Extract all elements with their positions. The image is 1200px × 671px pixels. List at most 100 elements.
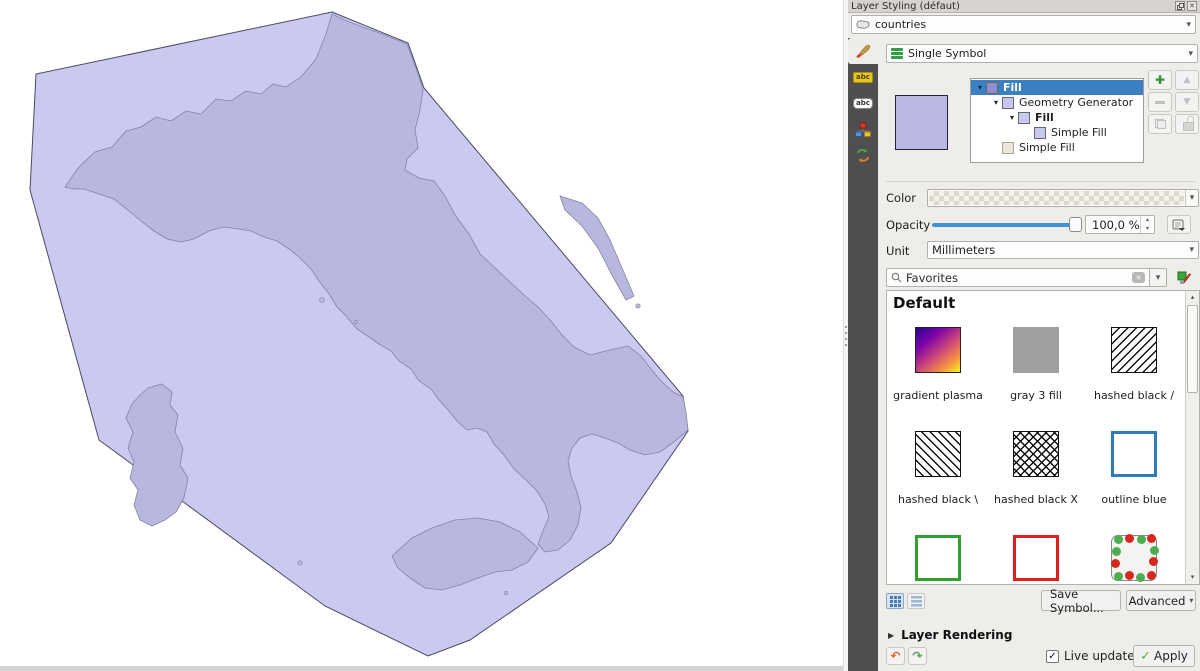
tab-history[interactable] xyxy=(848,142,878,168)
advanced-button[interactable]: Advanced ▾ xyxy=(1126,590,1196,611)
symbol-item[interactable]: gray 3 fill xyxy=(987,315,1085,419)
polygon-layer-icon xyxy=(856,19,870,30)
style-manager-button[interactable] xyxy=(1174,269,1194,287)
symbol-item[interactable] xyxy=(1085,523,1183,585)
symbol-tree-row[interactable]: ▾Fill xyxy=(971,80,1143,95)
layer-selector[interactable]: countries ▾ xyxy=(851,15,1196,34)
unit-value: Millimeters xyxy=(932,243,995,257)
spin-arrows: ▴ ▾ xyxy=(1140,216,1154,233)
splitter-handle-icon xyxy=(845,326,847,348)
scroll-down-icon[interactable]: ▾ xyxy=(1186,571,1199,584)
chevron-down-icon[interactable]: ▾ xyxy=(1185,190,1198,206)
opacity-label: Opacity xyxy=(886,218,930,232)
symbol-search-box[interactable]: Favorites ✕ xyxy=(886,268,1150,287)
opacity-value: 100,0 % xyxy=(1086,218,1140,232)
expander-icon[interactable]: ▾ xyxy=(974,83,986,92)
symbol-layer-label: Geometry Generator xyxy=(1019,96,1133,109)
scrollbar-thumb[interactable] xyxy=(1187,305,1198,393)
move-up-button[interactable]: ▲ xyxy=(1175,70,1199,90)
undo-button[interactable]: ↶ xyxy=(886,647,905,665)
single-symbol-icon xyxy=(891,47,903,60)
symbol-item[interactable] xyxy=(889,523,987,585)
layer-selector-value: countries xyxy=(875,18,926,31)
data-defined-icon xyxy=(1172,219,1186,231)
symbol-item-label: outline blue xyxy=(1101,493,1166,506)
list-view-icon xyxy=(911,596,922,607)
lock-colors-button[interactable] xyxy=(1175,114,1199,134)
tab-diagrams[interactable] xyxy=(848,116,878,142)
minus-icon xyxy=(1155,101,1165,104)
gray-fill-swatch xyxy=(1013,327,1059,373)
vertex-dot xyxy=(1125,534,1134,543)
redo-icon: ↷ xyxy=(912,649,922,663)
move-down-button[interactable]: ▼ xyxy=(1175,92,1199,112)
hatch-fwd-swatch xyxy=(1111,327,1157,373)
chevron-down-icon: ▾ xyxy=(1189,245,1194,255)
scroll-up-icon[interactable]: ▴ xyxy=(1186,291,1199,304)
list-view-button[interactable] xyxy=(907,593,925,609)
down-triangle-icon: ▼ xyxy=(1184,98,1191,107)
live-update-checkbox[interactable]: ✓ xyxy=(1046,650,1059,663)
plus-icon: ✚ xyxy=(1155,74,1165,86)
color-button[interactable]: ▾ xyxy=(927,189,1199,207)
icon-view-button[interactable] xyxy=(886,593,904,609)
unit-label: Unit xyxy=(886,244,909,258)
chevron-down-icon: ▾ xyxy=(1156,273,1161,283)
apply-button[interactable]: ✓ Apply xyxy=(1133,645,1195,667)
gallery-group-heading: Default xyxy=(893,294,955,312)
gallery-scrollbar[interactable]: ▴ ▾ xyxy=(1185,291,1199,584)
labels-abc-icon: abc xyxy=(853,72,873,83)
tab-labels[interactable]: abc xyxy=(848,64,878,90)
open-lock-icon xyxy=(1183,120,1192,129)
symbol-tree-row[interactable]: ▾ Geometry Generator xyxy=(971,95,1143,110)
map-graphic xyxy=(0,0,843,671)
renderer-selector[interactable]: Single Symbol ▾ xyxy=(886,44,1198,63)
search-filter-dropdown[interactable]: ▾ xyxy=(1150,268,1167,287)
opacity-slider[interactable] xyxy=(932,221,1080,229)
close-button[interactable]: ✕ xyxy=(1187,1,1197,11)
symbol-item[interactable]: outline blue xyxy=(1085,419,1183,523)
undock-button[interactable] xyxy=(1175,1,1185,11)
symbol-item[interactable]: gradient plasma xyxy=(889,315,987,419)
slider-handle[interactable] xyxy=(1069,217,1082,232)
expander-icon[interactable]: ▾ xyxy=(1006,113,1018,122)
symbol-item-label: hashed black / xyxy=(1094,389,1174,402)
symbol-item[interactable] xyxy=(987,523,1085,585)
renderer-selector-value: Single Symbol xyxy=(908,47,986,60)
data-defined-override-button[interactable] xyxy=(1167,215,1191,234)
symbol-tree-row[interactable]: ▾Fill xyxy=(971,110,1143,125)
layer-rendering-section[interactable]: ▶ Layer Rendering xyxy=(888,628,1012,642)
tab-symbology[interactable] xyxy=(848,38,878,64)
symbol-preview xyxy=(895,95,948,150)
clear-search-button[interactable]: ✕ xyxy=(1132,272,1145,283)
up-triangle-icon: ▲ xyxy=(1184,76,1191,85)
redo-button[interactable]: ↷ xyxy=(908,647,927,665)
symbol-tree-row[interactable]: Simple Fill xyxy=(971,125,1143,140)
symbol-item[interactable]: hashed black X xyxy=(987,419,1085,523)
vertex-dot xyxy=(1114,572,1123,581)
symbol-tree-row[interactable]: Simple Fill xyxy=(971,140,1143,155)
chevron-down-icon: ▾ xyxy=(1188,49,1193,59)
add-symbol-layer-button[interactable]: ✚ xyxy=(1148,70,1172,90)
save-symbol-button[interactable]: Save Symbol... xyxy=(1041,590,1121,611)
symbol-item[interactable]: hashed black / xyxy=(1085,315,1183,419)
grid-view-icon xyxy=(890,596,901,607)
duplicate-button[interactable] xyxy=(1148,114,1172,134)
vertex-dot xyxy=(1149,557,1158,566)
app-window: Layer Styling (défaut) ✕ countries ▾ xyxy=(0,0,1200,671)
search-icon xyxy=(891,272,902,283)
map-canvas[interactable] xyxy=(0,0,843,671)
symbol-layer-label: Simple Fill xyxy=(1051,126,1107,139)
unit-selector[interactable]: Millimeters ▾ xyxy=(927,241,1199,259)
expander-icon[interactable]: ▾ xyxy=(990,98,1002,107)
tab-masks[interactable]: abc xyxy=(848,90,878,116)
remove-symbol-layer-button[interactable] xyxy=(1148,92,1172,112)
spin-down-icon[interactable]: ▾ xyxy=(1141,225,1154,234)
opacity-spinbox[interactable]: 100,0 % ▴ ▾ xyxy=(1085,215,1155,234)
hatch-back-swatch xyxy=(915,431,961,477)
panel-titlebar: Layer Styling (défaut) ✕ xyxy=(848,0,1200,13)
islet xyxy=(354,320,358,324)
symbol-item[interactable]: hashed black \ xyxy=(889,419,987,523)
spin-up-icon[interactable]: ▴ xyxy=(1141,216,1154,225)
diagram-icon xyxy=(855,122,871,137)
